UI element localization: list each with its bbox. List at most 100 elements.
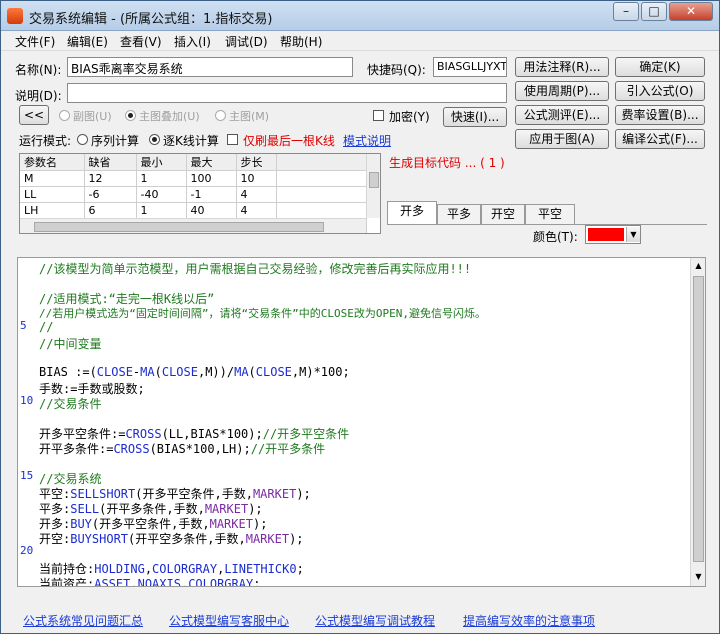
menu-edit[interactable]: 编辑(E) — [67, 33, 108, 50]
table-cell[interactable]: -40 — [136, 186, 187, 203]
apply-to-chart-button[interactable]: 应用于图(A) — [515, 129, 609, 149]
use-period-button[interactable]: 使用周期(P)... — [515, 81, 609, 101]
encrypt-checkbox[interactable] — [373, 110, 384, 121]
table-cell[interactable]: M — [20, 170, 85, 187]
title-bar[interactable]: 交易系统编辑 - (所属公式组：1.指标交易) – □ ✕ — [1, 1, 719, 31]
table-cell[interactable]: 1 — [136, 202, 187, 219]
formula-editor-window: 交易系统编辑 - (所属公式组：1.指标交易) – □ ✕ 文件(F) 编辑(E… — [0, 0, 720, 634]
table-cell[interactable]: -6 — [84, 186, 137, 203]
menu-insert[interactable]: 插入(I) — [174, 33, 211, 50]
table-cell[interactable]: 4 — [236, 202, 277, 219]
tab-open-long[interactable]: 开多 — [387, 201, 437, 225]
table-row[interactable]: LH 6 1 40 4 — [20, 202, 367, 219]
table-cell[interactable]: 6 — [84, 202, 137, 219]
window-title: 交易系统编辑 - (所属公式组：1.指标交易) — [29, 12, 273, 27]
scroll-thumb[interactable] — [693, 276, 704, 562]
refresh-last-bar-label: 仅刷最后一根K线 — [243, 134, 335, 148]
radio-main-overlay[interactable] — [125, 110, 136, 121]
minimize-icon: – — [623, 4, 629, 18]
description-label: 说明(D): — [15, 89, 62, 103]
quick-button[interactable]: 快速(I)... — [443, 107, 507, 127]
code-line: //中间变量 — [39, 337, 102, 351]
table-cell[interactable]: LL — [20, 186, 85, 203]
line-number: 15 — [20, 469, 34, 482]
usage-notes-button[interactable]: 用法注释(R)... — [515, 57, 609, 77]
link-debug-tutorial[interactable]: 公式模型编写调试教程 — [315, 612, 435, 629]
code-line: //该模型为简单示范模型，用户需根据自己交易经验，修改完善后再实际应用!!! — [39, 262, 472, 276]
app-icon — [7, 8, 23, 24]
name-input[interactable]: BIAS乖离率交易系统 — [67, 57, 353, 77]
table-cell[interactable]: -1 — [186, 186, 237, 203]
scroll-thumb[interactable] — [369, 172, 379, 188]
col-header-step: 步长 — [236, 154, 277, 171]
link-support-center[interactable]: 公式模型编写客服中心 — [169, 612, 289, 629]
scroll-up-icon[interactable]: ▲ — [692, 258, 705, 274]
color-label: 颜色(T): — [533, 230, 578, 244]
table-cell — [276, 186, 367, 203]
code-line: //交易条件 — [39, 397, 102, 411]
table-row[interactable]: LL -6 -40 -1 4 — [20, 186, 367, 203]
menu-bar: 文件(F) 编辑(E) 查看(V) 插入(I) 调试(D) 帮助(H) — [1, 31, 719, 51]
fee-settings-button[interactable]: 费率设置(B)... — [615, 105, 705, 125]
link-common-issues[interactable]: 公式系统常见问题汇总 — [23, 612, 143, 629]
radio-sequential[interactable] — [77, 134, 88, 145]
table-cell[interactable]: LH — [20, 202, 85, 219]
shortcode-label: 快捷码(Q): — [367, 63, 426, 77]
radio-bybar-label: 逐K线计算 — [163, 134, 219, 148]
col-header-max: 最大 — [186, 154, 237, 171]
collapse-button[interactable]: << — [19, 105, 49, 125]
line-number-gutter: 5 10 15 20 — [18, 258, 37, 586]
table-cell[interactable]: 1 — [136, 170, 187, 187]
table-cell[interactable]: 100 — [186, 170, 237, 187]
refresh-last-bar-checkbox[interactable] — [227, 134, 238, 145]
menu-debug[interactable]: 调试(D) — [225, 33, 268, 50]
menu-view[interactable]: 查看(V) — [120, 33, 162, 50]
close-icon: ✕ — [685, 4, 697, 18]
radio-mainchart[interactable] — [215, 110, 226, 121]
maximize-icon: □ — [648, 4, 660, 18]
table-header-row: 参数名 缺省 最小 最大 步长 — [20, 154, 367, 171]
color-picker[interactable]: ▼ — [585, 225, 641, 244]
line-number: 10 — [20, 394, 34, 407]
table-cell[interactable]: 10 — [236, 170, 277, 187]
editor-vscrollbar[interactable]: ▲ ▼ — [690, 258, 705, 586]
status-message: 生成目标代码 ... ( 1 ) — [389, 156, 505, 170]
params-table-hscrollbar[interactable] — [20, 218, 366, 233]
minimize-button[interactable]: – — [613, 2, 639, 21]
table-cell[interactable]: 12 — [84, 170, 137, 187]
import-formula-button[interactable]: 引入公式(O) — [615, 81, 705, 101]
table-row[interactable]: M 12 1 100 10 — [20, 170, 367, 187]
name-label: 名称(N): — [15, 63, 62, 77]
tab-close-long[interactable]: 平多 — [437, 204, 481, 225]
params-table[interactable]: 参数名 缺省 最小 最大 步长 M 12 1 100 10 LL -6 -40 … — [19, 153, 381, 234]
radio-mainchart-label: 主图(M) — [229, 110, 270, 123]
code-line: //若用户模式选为“固定时间间隔”，请将“交易条件”中的CLOSE改为OPEN,… — [39, 307, 486, 320]
code-editor[interactable]: 5 10 15 20 //该模型为简单示范模型，用户需根据自己交易经验，修改完善… — [17, 257, 706, 587]
menu-file[interactable]: 文件(F) — [15, 33, 55, 50]
params-table-vscrollbar[interactable] — [366, 154, 380, 218]
maximize-button[interactable]: □ — [641, 2, 667, 21]
compile-formula-button[interactable]: 编译公式(F)... — [615, 129, 705, 149]
scroll-thumb[interactable] — [34, 222, 324, 232]
ok-button[interactable]: 确定(K) — [615, 57, 705, 77]
radio-bybar[interactable] — [149, 134, 160, 145]
tab-open-short[interactable]: 开空 — [481, 204, 525, 225]
link-efficiency-tips[interactable]: 提高编写效率的注意事项 — [463, 612, 595, 629]
tab-close-short[interactable]: 平空 — [525, 204, 575, 225]
formula-test-button[interactable]: 公式测评(E)... — [515, 105, 609, 125]
description-input[interactable] — [67, 83, 507, 103]
close-button[interactable]: ✕ — [669, 2, 713, 21]
menu-help[interactable]: 帮助(H) — [280, 33, 322, 50]
code-line: 开空:BUYSHORT(开平空多条件,手数,MARKET); — [39, 532, 304, 546]
code-line: BIAS :=(CLOSE-MA(CLOSE,M))/MA(CLOSE,M)*1… — [39, 365, 350, 379]
table-cell[interactable]: 4 — [236, 186, 277, 203]
shortcode-input[interactable]: BIASGLLJYXT — [433, 57, 507, 77]
mode-help-link[interactable]: 模式说明 — [343, 132, 391, 149]
scroll-down-icon[interactable]: ▼ — [692, 569, 705, 585]
chevron-down-icon[interactable]: ▼ — [626, 227, 640, 242]
code-line: 开平多条件:=CROSS(BIAS*100,LH);//开平多条件 — [39, 442, 326, 456]
radio-subchart[interactable] — [59, 110, 70, 121]
col-header-min: 最小 — [136, 154, 187, 171]
table-cell[interactable]: 40 — [186, 202, 237, 219]
table-cell — [276, 202, 367, 219]
